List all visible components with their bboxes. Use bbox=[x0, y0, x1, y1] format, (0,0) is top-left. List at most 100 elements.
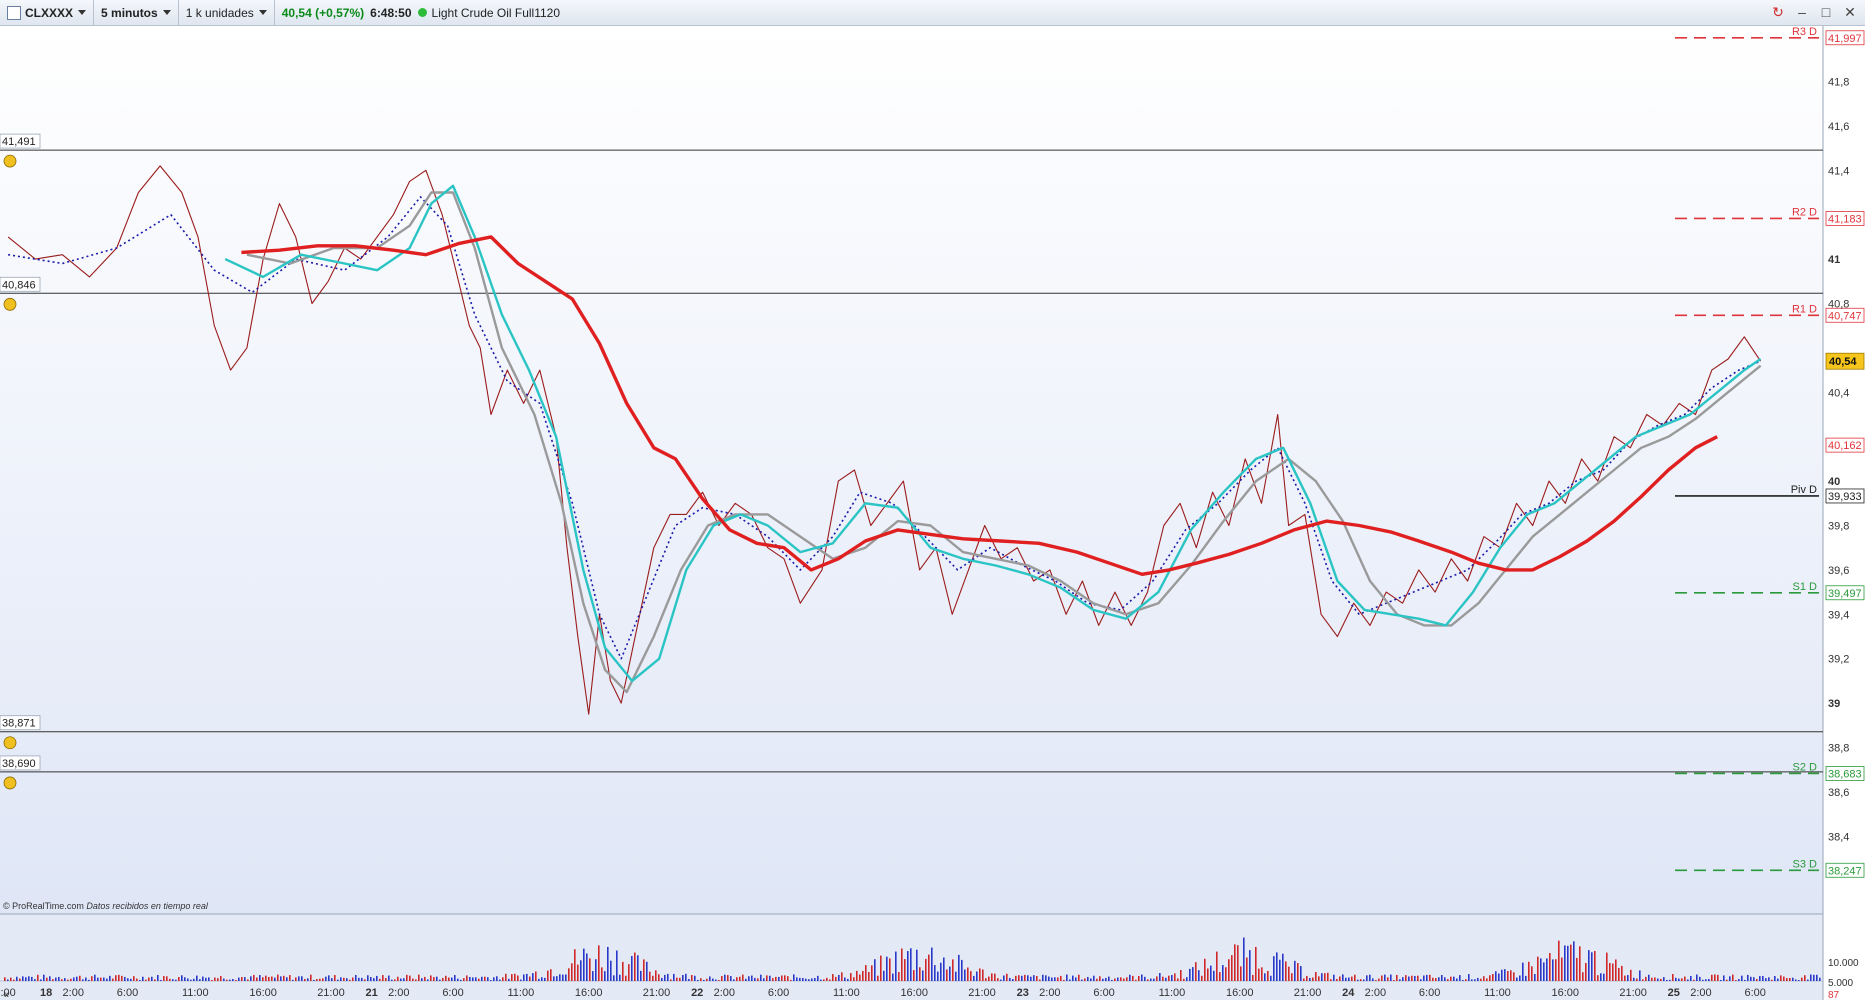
x-tick-label: 2:00 bbox=[63, 987, 84, 999]
volume-bar bbox=[202, 976, 204, 981]
timeframe-label: 5 minutos bbox=[101, 5, 158, 20]
volume-bar bbox=[178, 977, 180, 981]
volume-bar bbox=[472, 977, 474, 981]
volume-bar bbox=[349, 979, 351, 981]
volume-bar bbox=[1231, 955, 1233, 981]
volume-bar bbox=[226, 979, 228, 981]
volume-bar bbox=[64, 978, 66, 981]
volume-bar bbox=[400, 978, 402, 981]
y-tick-label: 39,8 bbox=[1828, 521, 1849, 533]
volume-bar bbox=[319, 978, 321, 981]
volume-bar bbox=[1651, 977, 1653, 981]
volume-bar bbox=[595, 959, 597, 981]
volume-bar bbox=[751, 975, 753, 981]
y-tick-label: 41,6 bbox=[1828, 121, 1849, 133]
volume-bar bbox=[1756, 979, 1758, 981]
volume-bar bbox=[1276, 952, 1278, 981]
timeframe-selector[interactable]: 5 minutos bbox=[94, 0, 179, 26]
volume-bar bbox=[1372, 978, 1374, 981]
volume-bar bbox=[886, 956, 888, 981]
volume-bar bbox=[175, 979, 177, 981]
volume-bar bbox=[649, 971, 651, 981]
volume-bar bbox=[1243, 937, 1245, 981]
volume-bar bbox=[169, 978, 171, 981]
volume-bar bbox=[946, 969, 948, 981]
volume-bar bbox=[895, 951, 897, 981]
x-tick-label: 2:00 bbox=[714, 987, 735, 999]
volume-bar bbox=[1453, 976, 1455, 981]
volume-bar bbox=[634, 952, 636, 981]
volume-bar bbox=[358, 977, 360, 981]
volume-bar bbox=[961, 959, 963, 981]
collapse-icon[interactable]: « bbox=[3, 989, 9, 1000]
volume-bar bbox=[991, 973, 993, 981]
volume-bar bbox=[526, 973, 528, 981]
volume-bar bbox=[1612, 963, 1614, 981]
volume-bar bbox=[28, 976, 30, 981]
volume-bar bbox=[1531, 966, 1533, 981]
volume-bar bbox=[409, 975, 411, 981]
volume-bar bbox=[385, 977, 387, 981]
minimize-icon[interactable]: – bbox=[1793, 3, 1811, 21]
volume-bar bbox=[1666, 979, 1668, 981]
volume-bar bbox=[172, 979, 174, 981]
volume-bar bbox=[25, 977, 27, 981]
volume-bar bbox=[856, 970, 858, 981]
volume-bar bbox=[664, 974, 666, 981]
volume-bar bbox=[1720, 979, 1722, 981]
volume-bar bbox=[556, 976, 558, 981]
volume-bar bbox=[544, 977, 546, 981]
volume-bar bbox=[721, 976, 723, 981]
volume-bar bbox=[1762, 975, 1764, 981]
volume-bar bbox=[1549, 953, 1551, 981]
volume-bar bbox=[1201, 975, 1203, 981]
volume-bar bbox=[148, 977, 150, 981]
volume-bar bbox=[1021, 975, 1023, 981]
volume-bar bbox=[121, 975, 123, 981]
volume-bar bbox=[1813, 974, 1815, 981]
volume-bar bbox=[163, 976, 165, 981]
close-icon[interactable]: ✕ bbox=[1841, 3, 1859, 21]
volume-bar bbox=[892, 973, 894, 981]
bell-icon[interactable] bbox=[3, 736, 17, 750]
volume-bar bbox=[1750, 976, 1752, 981]
volume-bar bbox=[568, 968, 570, 981]
volume-bar bbox=[1375, 980, 1377, 981]
volume-bar bbox=[1717, 974, 1719, 981]
volume-bar bbox=[670, 979, 672, 981]
volume-bar bbox=[829, 979, 831, 981]
maximize-icon[interactable]: □ bbox=[1817, 3, 1835, 21]
bell-icon[interactable] bbox=[3, 776, 17, 790]
refresh-icon[interactable]: ↻ bbox=[1769, 3, 1787, 21]
volume-bar bbox=[1330, 979, 1332, 981]
volume-bar bbox=[421, 978, 423, 981]
volume-bar bbox=[826, 977, 828, 981]
volume-bar bbox=[379, 978, 381, 981]
bell-icon[interactable] bbox=[3, 297, 17, 311]
volume-bar bbox=[1408, 976, 1410, 981]
pivot-value: 38,683 bbox=[1828, 768, 1862, 780]
level-label: 40,846 bbox=[2, 279, 36, 291]
volume-bar bbox=[799, 977, 801, 981]
volume-bar bbox=[1153, 978, 1155, 981]
volume-bar bbox=[1534, 974, 1536, 981]
volume-bar bbox=[1504, 969, 1506, 981]
volume-bar bbox=[55, 977, 57, 981]
volume-bar bbox=[877, 975, 879, 981]
volume-bar bbox=[508, 978, 510, 981]
volume-bar bbox=[1489, 975, 1491, 981]
x-tick-label: 22 bbox=[691, 987, 703, 999]
price-chart[interactable]: 41,491 40,846 38,871 38,690 R3 D 41,997 R2 D 4… bbox=[0, 26, 1865, 1000]
volume-bar bbox=[1006, 973, 1008, 981]
volume-bar bbox=[1501, 969, 1503, 981]
volume-bar bbox=[841, 972, 843, 981]
bell-icon[interactable] bbox=[3, 154, 17, 168]
volume-bar bbox=[550, 969, 552, 981]
volume-bar bbox=[1129, 974, 1131, 981]
symbol-selector[interactable]: CLXXXX bbox=[0, 0, 95, 26]
volume-bar bbox=[577, 964, 579, 981]
volume-bar bbox=[1525, 975, 1527, 981]
volume-bar bbox=[97, 977, 99, 981]
units-selector[interactable]: 1 k unidades bbox=[179, 0, 275, 26]
volume-bar bbox=[160, 979, 162, 981]
